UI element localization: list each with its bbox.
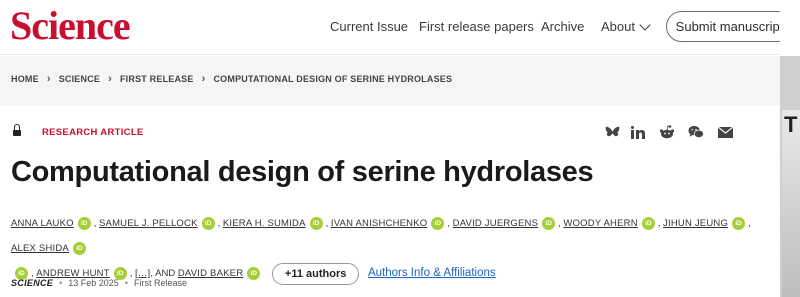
nav-about[interactable]: About — [601, 18, 651, 34]
right-sidebar-glyph: T — [784, 112, 798, 137]
nav-about-label: About — [601, 19, 635, 34]
site-header: Science Current Issue First release pape… — [0, 0, 793, 55]
orcid-icon[interactable]: iD — [542, 216, 556, 230]
authors-affiliations-link[interactable]: Authors Info & Affiliations — [368, 267, 496, 279]
author-link[interactable]: DAVID BAKER — [178, 268, 243, 279]
orcid-icon[interactable]: iD — [431, 216, 445, 230]
orcid-icon[interactable]: iD — [201, 216, 215, 230]
breadcrumb-home[interactable]: HOME — [11, 74, 39, 84]
chevron-down-icon — [639, 18, 651, 31]
separator-dot: • — [59, 278, 63, 288]
article-title: Computational design of serine hydrolase… — [11, 156, 594, 188]
publication-status: First Release — [133, 278, 187, 288]
orcid-icon[interactable]: iD — [77, 216, 91, 230]
breadcrumb: HOME › SCIENCE › FIRST RELEASE › COMPUTA… — [11, 73, 452, 85]
science-logo[interactable]: Science — [10, 2, 131, 50]
nav-current-issue[interactable]: Current Issue — [330, 19, 408, 34]
breadcrumb-current: COMPUTATIONAL DESIGN OF SERINE HYDROLASE… — [213, 74, 453, 84]
orcid-icon[interactable]: iD — [732, 216, 746, 230]
right-sidebar-top — [780, 0, 800, 56]
breadcrumb-first-release[interactable]: FIRST RELEASE — [120, 74, 194, 84]
lock-icon — [13, 124, 21, 137]
breadcrumb-science[interactable]: SCIENCE — [59, 74, 100, 84]
author-link[interactable]: IVAN ANISHCHENKO — [331, 218, 427, 229]
right-sidebar-panel — [782, 110, 800, 297]
nav-first-release[interactable]: First release papers — [419, 19, 534, 34]
author-list: ANNA LAUKO iD, SAMUEL J. PELLOCK iD, KIERA… — [11, 211, 771, 286]
more-authors-button[interactable]: +11 authors — [271, 262, 360, 285]
author-link[interactable]: ALEX SHIDA — [11, 243, 69, 254]
linkedin-icon[interactable] — [630, 124, 646, 140]
bluesky-icon[interactable] — [604, 124, 620, 140]
email-icon[interactable] — [717, 124, 733, 140]
reddit-icon[interactable] — [659, 124, 675, 140]
separator-dot: • — [124, 278, 128, 288]
orcid-icon[interactable]: iD — [309, 216, 323, 230]
orcid-icon[interactable]: iD — [247, 267, 261, 280]
nav-archive[interactable]: Archive — [541, 19, 584, 34]
author-link[interactable]: ANNA LAUKO — [11, 218, 74, 229]
submit-manuscript-button[interactable]: Submit manuscript — [666, 11, 793, 42]
chevron-right-icon: › — [108, 73, 112, 85]
orcid-icon[interactable]: iD — [72, 241, 86, 255]
orcid-icon[interactable]: iD — [641, 216, 655, 230]
journal-name[interactable]: SCIENCE — [11, 278, 53, 288]
chevron-right-icon: › — [201, 73, 206, 85]
right-sidebar-edge: T — [780, 0, 800, 297]
publication-date: 13 Feb 2025 — [68, 278, 119, 288]
author-link[interactable]: DAVID JUERGENS — [453, 218, 539, 229]
chevron-right-icon: › — [46, 73, 51, 85]
author-link[interactable]: KIERA H. SUMIDA — [223, 218, 306, 229]
article-type: RESEARCH ARTICLE — [42, 127, 144, 138]
publication-info: SCIENCE • 13 Feb 2025 • First Release — [11, 278, 187, 288]
wechat-icon[interactable] — [688, 124, 704, 140]
author-link[interactable]: SAMUEL J. PELLOCK — [99, 218, 198, 229]
author-link[interactable]: WOODY AHERN — [563, 218, 637, 229]
author-link[interactable]: JIHUN JEUNG — [663, 218, 728, 229]
